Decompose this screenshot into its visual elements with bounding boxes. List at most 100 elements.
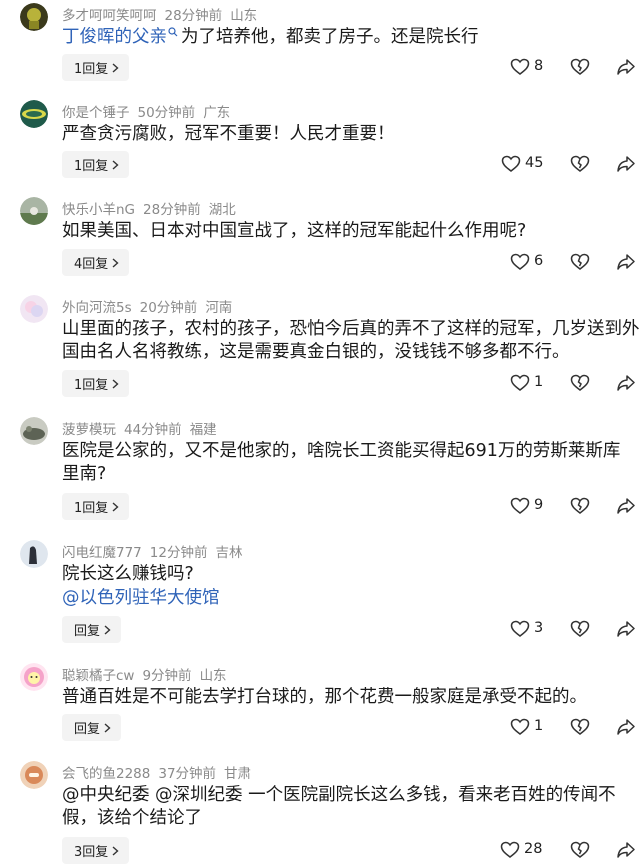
chevron-right-icon: [112, 845, 119, 856]
comment-actions: 1: [510, 714, 640, 741]
location: 甘肃: [224, 766, 252, 782]
avatar[interactable]: [20, 663, 48, 691]
chevron-right-icon: [104, 624, 111, 635]
chevron-right-icon: [112, 257, 119, 268]
broken-heart-icon[interactable]: [570, 373, 590, 393]
reply-button[interactable]: 1回复: [62, 151, 130, 178]
comment-meta: 外向河流5s 20分钟前 河南: [62, 296, 240, 316]
comment-text: 医院是公家的，又不是他家的，啥院长工资能买得起691万的劳斯莱斯库里南?: [62, 441, 621, 484]
username[interactable]: 快乐小羊nG: [62, 202, 135, 218]
comment-text: @中央纪委 @深圳纪委 一个医院副院长这么多钱，看来老百姓的传闻不假，该给个结论…: [62, 785, 616, 828]
username[interactable]: 聪颖橘子cw: [62, 668, 134, 684]
comment-text: 如果美国、日本对中国宣战了，这样的冠军能起什么作用呢?: [62, 221, 527, 241]
share-icon[interactable]: [616, 619, 636, 639]
avatar[interactable]: [20, 3, 48, 31]
timestamp: 28分钟前: [143, 202, 201, 218]
comment-actions: 6: [510, 249, 640, 276]
username[interactable]: 闪电红魔777: [62, 545, 142, 561]
location: 吉林: [215, 545, 243, 561]
like-count: 9: [534, 497, 544, 513]
timestamp: 28分钟前: [164, 8, 223, 24]
share-icon[interactable]: [616, 57, 636, 77]
comment-meta: 你是个锤子 50分钟前 广东: [62, 101, 238, 121]
chevron-right-icon: [112, 501, 119, 512]
comment-actions: 9: [510, 493, 640, 520]
username[interactable]: 你是个锤子: [62, 105, 130, 121]
username[interactable]: 会飞的鱼2288: [62, 766, 150, 782]
share-icon[interactable]: [616, 717, 636, 737]
avatar[interactable]: [20, 197, 48, 225]
reply-button[interactable]: 4回复: [62, 249, 130, 276]
reply-button[interactable]: 1回复: [62, 370, 130, 397]
broken-heart-icon[interactable]: [570, 57, 590, 77]
reply-button[interactable]: 回复: [62, 714, 122, 741]
timestamp: 20分钟前: [139, 300, 198, 316]
share-icon[interactable]: [616, 154, 636, 174]
broken-heart-icon[interactable]: [570, 496, 590, 516]
timestamp: 9分钟前: [142, 668, 192, 684]
comment-meta: 多才呵呵笑呵呵 28分钟前 山东: [62, 4, 265, 24]
location: 河南: [205, 300, 233, 316]
broken-heart-icon[interactable]: [570, 252, 590, 272]
comment-actions: 8: [510, 54, 640, 81]
mention-link[interactable]: @以色列驻华大使馆: [62, 587, 634, 610]
like-count: 8: [534, 58, 544, 74]
avatar[interactable]: [20, 295, 48, 323]
timestamp: 44分钟前: [124, 422, 182, 438]
comment-text: 山里面的孩子，农村的孩子，恐怕今后真的弄不了这样的冠军，几岁送到外国由名人名将教…: [62, 319, 640, 362]
heart-icon[interactable]: [510, 373, 530, 393]
comment-meta: 快乐小羊nG 28分钟前 湖北: [62, 198, 244, 218]
chevron-right-icon: [112, 378, 119, 389]
timestamp: 50分钟前: [137, 105, 196, 121]
comment-actions: 1: [510, 370, 640, 397]
broken-heart-icon[interactable]: [570, 619, 590, 639]
like-count: 1: [534, 718, 544, 734]
chevron-right-icon: [104, 722, 111, 733]
heart-icon[interactable]: [500, 840, 520, 860]
search-link[interactable]: 丁俊晖的父亲: [62, 27, 167, 47]
comment-text: 丁俊晖的父亲 为了培养他，都卖了房子。还是院长行: [62, 27, 479, 47]
like-count: 6: [534, 253, 544, 269]
share-icon[interactable]: [616, 373, 636, 393]
location: 福建: [189, 422, 217, 438]
avatar[interactable]: [20, 417, 48, 445]
heart-icon[interactable]: [501, 154, 521, 174]
heart-icon[interactable]: [510, 252, 530, 272]
like-count: 1: [534, 374, 544, 390]
share-icon[interactable]: [616, 496, 636, 516]
broken-heart-icon[interactable]: [570, 154, 590, 174]
avatar[interactable]: [20, 540, 48, 568]
comment-meta: 聪颖橘子cw 9分钟前 山东: [62, 664, 235, 684]
location: 山东: [230, 8, 258, 24]
location: 广东: [203, 105, 231, 121]
reply-button[interactable]: 1回复: [62, 493, 130, 520]
comment-meta: 菠萝模玩 44分钟前 福建: [62, 418, 225, 438]
broken-heart-icon[interactable]: [570, 717, 590, 737]
comment-actions: 45: [501, 151, 640, 178]
heart-icon[interactable]: [510, 619, 530, 639]
username[interactable]: 多才呵呵笑呵呵: [62, 8, 157, 24]
like-count: 3: [534, 620, 544, 636]
broken-heart-icon[interactable]: [570, 840, 590, 860]
chevron-right-icon: [112, 62, 119, 73]
comment-text: 普通百姓是不可能去学打台球的，那个花费一般家庭是承受不起的。: [62, 687, 587, 707]
share-icon[interactable]: [616, 252, 636, 272]
heart-icon[interactable]: [510, 496, 530, 516]
username[interactable]: 外向河流5s: [62, 300, 132, 316]
comment-text: 严查贪污腐败，冠军不重要！人民才重要！: [62, 124, 395, 144]
avatar[interactable]: [20, 100, 48, 128]
location: 湖北: [208, 202, 236, 218]
reply-button[interactable]: 回复: [62, 616, 122, 643]
search-icon: [168, 27, 178, 37]
comment-meta: 闪电红魔777 12分钟前 吉林: [62, 541, 250, 561]
heart-icon[interactable]: [510, 57, 530, 77]
comment-actions: 28: [500, 837, 640, 864]
avatar[interactable]: [20, 761, 48, 789]
comment-actions: 3: [510, 616, 640, 643]
heart-icon[interactable]: [510, 717, 530, 737]
reply-button[interactable]: 1回复: [62, 54, 130, 81]
share-icon[interactable]: [616, 840, 636, 860]
username[interactable]: 菠萝模玩: [62, 422, 116, 438]
timestamp: 12分钟前: [149, 545, 208, 561]
reply-button[interactable]: 3回复: [62, 837, 130, 864]
